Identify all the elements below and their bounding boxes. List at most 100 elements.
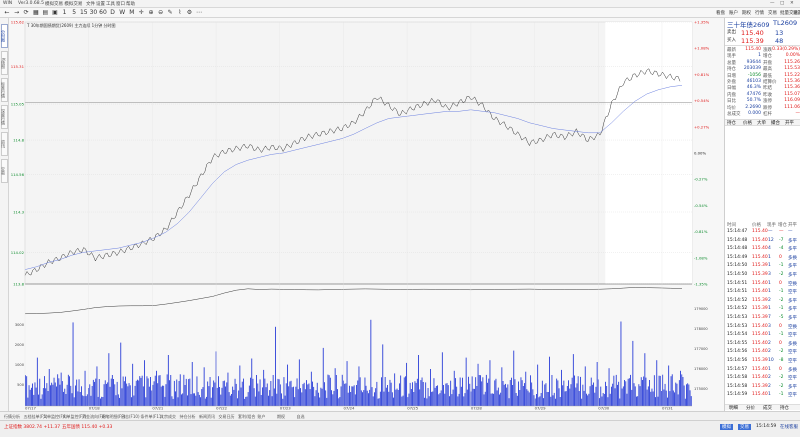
volume-bar [406,362,407,406]
grid-icon[interactable]: ▦ [32,9,40,17]
volume-bar [562,385,564,406]
volume-bar [503,384,505,406]
number-15-icon[interactable]: 15 [80,9,88,17]
zoom-in-icon[interactable]: ⊕ [147,9,155,17]
mid-tab-openclose[interactable]: 开平 [785,120,794,126]
support-link[interactable]: 在线客服 [780,424,798,430]
number-1-icon[interactable]: 1 [61,9,69,17]
trade-button[interactable]: 交易 [738,424,751,430]
left-tab-news[interactable]: 资讯 [1,132,8,156]
arrow-right-icon[interactable]: → [13,9,21,17]
volume-bar [183,374,185,406]
volume-bar [414,381,416,406]
day-icon[interactable]: D [109,9,117,17]
doc-icon[interactable]: ▤ [41,9,49,17]
zoom-out-icon[interactable]: ⊖ [157,9,165,17]
volume-bar [596,362,598,406]
stat-label: 外盘 [727,80,736,85]
volume-bar [511,377,512,406]
mid-tab-price[interactable]: 价格 [743,120,752,126]
volume-bar [396,388,398,406]
left-tab-standard[interactable]: 标准行情 [1,78,8,102]
mid-tab-position[interactable]: 持仓 [727,120,736,126]
maximize-icon[interactable]: □ [780,1,784,6]
ask-price: 115.40 [741,29,764,37]
close-icon[interactable]: ✕ [790,1,794,6]
mid-tab-bigorder[interactable]: 大单 [757,120,766,126]
toolbar-item-market[interactable]: 行情 [755,10,764,16]
left-tab-trade[interactable]: 交易 [1,159,8,183]
toolbar-item-kanpan[interactable]: 看盘 [716,10,725,16]
tick-time: 15:14:58 [727,383,748,389]
volume-bar [82,395,84,406]
cross-icon[interactable]: ✛ [137,9,145,17]
stat-label-2: 杠杆 [763,112,772,117]
tick-volume: 1 [768,392,771,398]
menu-file[interactable]: 文件 [86,1,95,7]
more-icon[interactable]: ⋯ [195,9,203,17]
settings-icon[interactable]: ⚙ [185,9,193,17]
volume-bar [456,386,458,406]
menu-tools[interactable]: 工具 [106,1,115,7]
volume-bar [465,357,467,406]
menu-window[interactable]: 窗口 [116,1,125,7]
volume-bar [171,396,173,406]
tick-volume: 1 [768,254,771,260]
volume-bar [53,377,55,406]
monitor-icon[interactable]: ▣ [51,9,59,17]
menu-settings[interactable]: 设置 [96,1,105,7]
week-icon[interactable]: W [118,9,126,17]
left-tab-depth[interactable]: 深度行情 [1,105,8,129]
mid-tab-match[interactable]: 撮合 [771,120,780,126]
volume-bar [570,384,572,406]
stat-label: 内盘 [727,92,736,98]
toolbar-item-settings[interactable]: 设置 [793,10,800,16]
volume-bar [101,396,103,406]
volume-bar [127,386,129,406]
stat-label-2: 昨结 [763,86,772,92]
arrow-left-icon[interactable]: ← [3,9,11,17]
volume-bar [410,389,412,406]
toolbar-item-options[interactable]: 期权 [742,10,751,16]
volume-bar [191,362,193,406]
volume-bar [59,384,61,406]
ask-label: 卖出 [727,30,736,35]
ask-row[interactable]: 卖出 115.40 13 [725,29,800,37]
menu-help[interactable]: 帮助 [126,1,135,7]
left-tab-timeshare[interactable]: 分时图 [1,24,8,48]
volume-bar [239,365,241,406]
volume-bar [170,375,172,406]
volume-bar [346,361,348,406]
tick-time: 15:14:48 [727,246,748,252]
stat-label: 日幅 [727,86,736,92]
indicator-icon[interactable]: ⌇ [176,9,184,17]
x-tick-label: 07/29 [535,406,547,411]
volume-bar [508,398,510,406]
volume-bar [185,378,187,406]
ask-volume: 13 [775,29,784,37]
refresh-icon[interactable]: ⟳ [22,9,30,17]
timeshare-chart[interactable]: T 30年期国债期货(2609) 主力连续 1分钟 分时图115.62 115.3… [9,18,724,411]
volume-bar [557,380,559,406]
volume-bar [496,390,498,406]
number-60-icon[interactable]: 60 [99,9,107,17]
volume-bar [337,389,338,406]
draw-icon[interactable]: ✎ [166,9,174,17]
volume-bar [216,387,218,406]
volume-bar [493,393,494,406]
bid-row[interactable]: 买入 115.39 48 [725,37,800,45]
toolbar-item-account[interactable]: 账户 [729,10,738,16]
volume-bar [70,385,72,406]
number-5-icon[interactable]: 5 [70,9,78,17]
tick-oi-change: -2 [779,383,784,389]
volume-bar [374,392,375,406]
volume-bar [637,396,639,406]
left-tab-kline[interactable]: K线图 [1,51,8,75]
month-icon[interactable]: M [128,9,136,17]
number-30-icon[interactable]: 30 [89,9,98,17]
toolbar-item-trade[interactable]: 交易 [768,10,777,16]
volume-bar [532,389,534,406]
volume-bar [432,391,434,406]
sim-button[interactable]: 模拟 [720,424,733,430]
minimize-icon[interactable]: — [770,1,775,6]
